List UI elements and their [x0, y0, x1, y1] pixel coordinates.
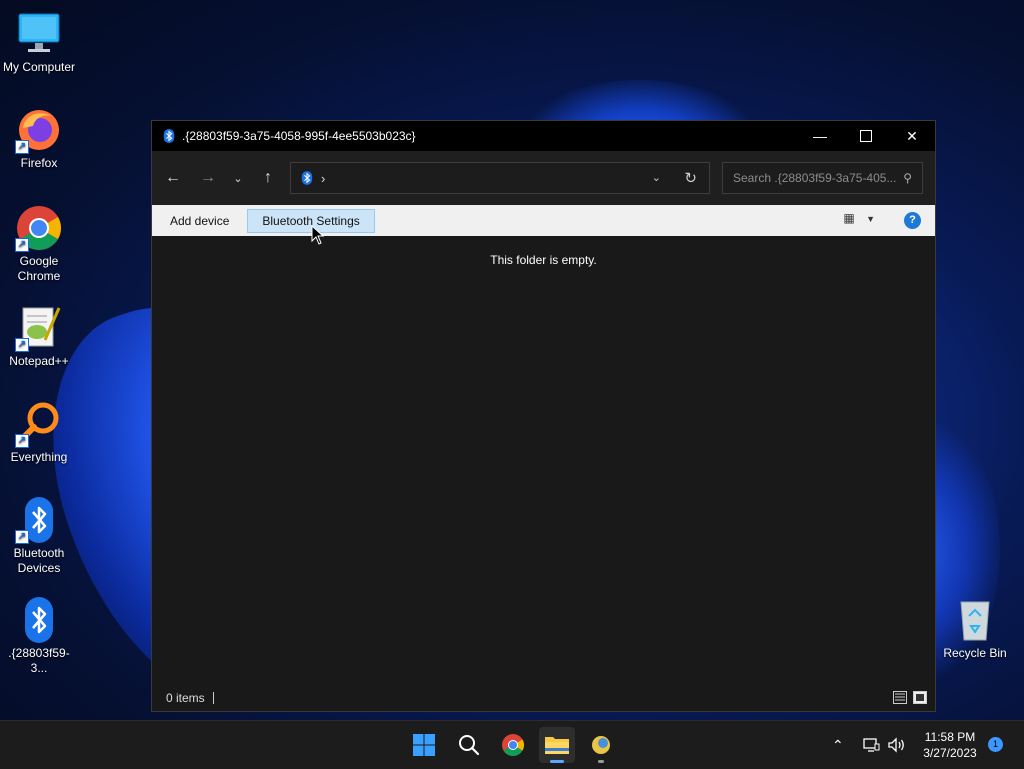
desktop-icon-label: Everything	[10, 450, 68, 464]
desktop-icon-chrome[interactable]: ↗ Google Chrome	[0, 204, 78, 284]
notification-badge[interactable]: 1	[988, 737, 1003, 752]
running-app-indicator	[598, 760, 604, 763]
shortcut-arrow-icon: ↗	[15, 238, 29, 252]
bluetooth-icon	[301, 171, 313, 185]
command-bar: Add device Bluetooth Settings ▦ ▼ ?	[152, 205, 935, 236]
clock-date: 3/27/2023	[923, 746, 977, 760]
minimize-button[interactable]: —	[797, 121, 843, 151]
desktop-icon-my-computer[interactable]: My Computer	[0, 10, 78, 75]
folder-icon	[545, 737, 569, 754]
refresh-button[interactable]: ↻	[684, 169, 697, 187]
bluetooth-icon	[15, 596, 63, 644]
large-icons-view-button[interactable]	[913, 691, 927, 704]
search-icon: ⚲	[903, 171, 912, 185]
status-bar: 0 items	[152, 685, 935, 711]
details-view-button[interactable]	[893, 691, 907, 704]
taskbar: ⌃ 11:58 PM 3/27/2023 1	[0, 720, 1024, 769]
item-count: 0 items	[166, 691, 205, 705]
address-bar[interactable]: › ⌄ ↻	[290, 162, 710, 194]
chevron-down-icon: ▼	[866, 214, 875, 224]
bluetooth-icon	[163, 129, 175, 143]
back-button[interactable]: ←	[158, 163, 188, 193]
desktop-icon-recycle-bin[interactable]: Recycle Bin	[936, 596, 1014, 661]
network-icon	[863, 738, 880, 752]
chevron-up-icon: ⌃	[832, 736, 844, 753]
bluetooth-icon: ↗	[15, 496, 63, 544]
status-divider	[212, 692, 214, 704]
desktop-icon-bluetooth-folder[interactable]: .{28803f59-3...	[0, 596, 78, 676]
desktop-icon-label: Firefox	[20, 156, 58, 170]
notepad-plus-plus-icon: ↗	[15, 304, 63, 352]
shortcut-arrow-icon: ↗	[15, 530, 29, 544]
desktop-icon-label: Notepad++	[9, 354, 69, 368]
details-view-icon	[895, 693, 905, 701]
volume-button[interactable]	[887, 721, 907, 769]
taskbar-chrome-button[interactable]	[495, 727, 531, 763]
window-title: .{28803f59-3a75-4058-995f-4ee5503b023c}	[182, 129, 416, 143]
maximize-icon	[860, 130, 872, 142]
desktop-icon-label: Google Chrome	[17, 254, 61, 283]
shortcut-arrow-icon: ↗	[15, 338, 29, 352]
taskbar-file-explorer-button[interactable]	[539, 727, 575, 763]
taskbar-search-button[interactable]	[451, 727, 487, 763]
network-status-button[interactable]	[862, 721, 880, 769]
breadcrumb-separator[interactable]: ›	[321, 171, 325, 186]
computer-icon	[15, 10, 63, 58]
search-box[interactable]: ⚲	[722, 162, 923, 194]
change-view-button[interactable]: ▦ ▼	[843, 211, 875, 225]
shortcut-arrow-icon: ↗	[15, 140, 29, 154]
mouse-cursor-icon	[311, 225, 325, 245]
active-app-indicator	[550, 760, 564, 763]
navigation-bar: ← → ⌄ ↑ › ⌄ ↻ ⚲	[152, 151, 935, 205]
desktop-icon-everything[interactable]: ↗ Everything	[0, 400, 78, 465]
desktop-icon-label: My Computer	[2, 60, 76, 74]
app-icon	[592, 736, 610, 754]
desktop-icon-label: Recycle Bin	[943, 646, 1007, 660]
windows-logo-icon	[413, 734, 435, 756]
desktop-icon-firefox[interactable]: ↗ Firefox	[0, 106, 78, 171]
close-button[interactable]: ✕	[889, 121, 935, 151]
large-icons-view-icon	[916, 694, 924, 701]
clock-time: 11:58 PM	[924, 730, 976, 744]
empty-folder-message: This folder is empty.	[490, 253, 597, 267]
start-button[interactable]	[406, 727, 442, 763]
recent-locations-button[interactable]: ⌄	[223, 163, 253, 193]
taskbar-app-button[interactable]	[583, 727, 619, 763]
desktop-icon-bluetooth-devices[interactable]: ↗ Bluetooth Devices	[0, 496, 78, 576]
speaker-icon	[888, 737, 904, 753]
recycle-bin-icon	[951, 596, 999, 644]
desktop-icon-label: .{28803f59-3...	[8, 646, 70, 675]
desktop-icon-label: Bluetooth Devices	[13, 546, 65, 575]
show-hidden-icons-button[interactable]: ⌃	[832, 721, 844, 769]
title-bar[interactable]: .{28803f59-3a75-4058-995f-4ee5503b023c} …	[152, 121, 935, 151]
shortcut-arrow-icon: ↗	[15, 434, 29, 448]
help-button[interactable]: ?	[904, 212, 921, 229]
add-device-button[interactable]: Add device	[156, 209, 243, 233]
clock[interactable]: 11:58 PM 3/27/2023	[915, 729, 985, 761]
chrome-icon	[502, 734, 524, 756]
everything-search-icon: ↗	[15, 400, 63, 448]
folder-content-area[interactable]: This folder is empty.	[152, 237, 935, 685]
search-icon	[459, 735, 480, 756]
forward-button[interactable]: →	[193, 163, 223, 193]
search-input[interactable]	[731, 170, 900, 186]
up-button[interactable]: ↑	[253, 163, 283, 193]
address-dropdown-button[interactable]: ⌄	[652, 171, 661, 184]
firefox-icon: ↗	[15, 106, 63, 154]
chrome-icon: ↗	[15, 204, 63, 252]
maximize-button[interactable]	[843, 121, 889, 151]
desktop-icon-notepadpp[interactable]: ↗ Notepad++	[0, 304, 78, 369]
view-options-icon: ▦	[843, 211, 855, 225]
file-explorer-window: .{28803f59-3a75-4058-995f-4ee5503b023c} …	[151, 120, 936, 712]
